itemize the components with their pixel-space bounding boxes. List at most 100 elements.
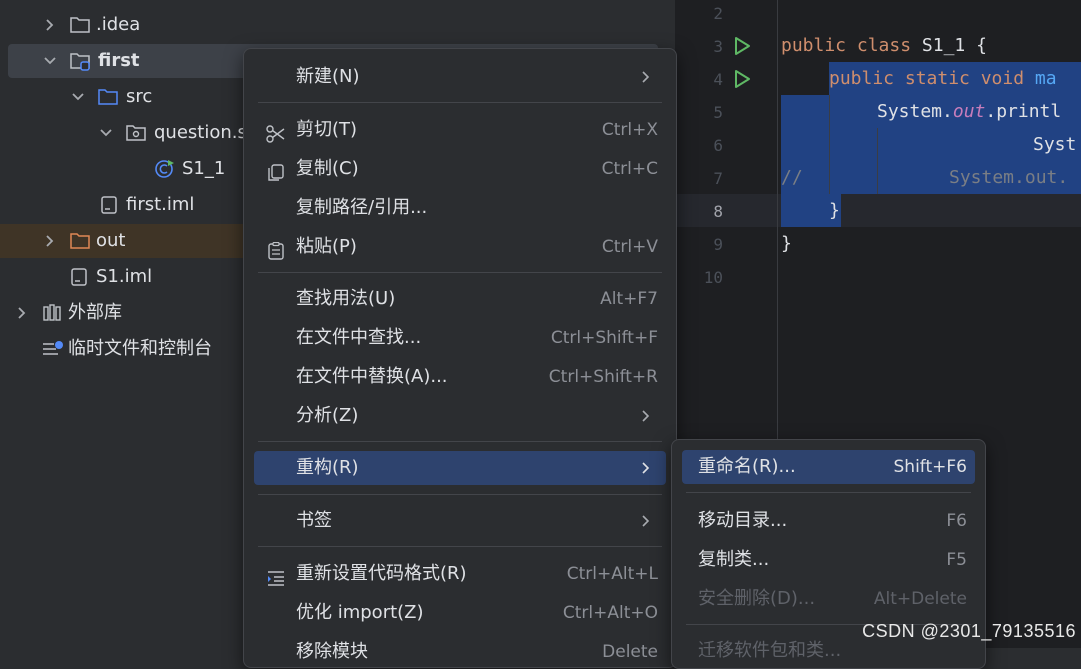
- menu-item-analyze[interactable]: 分析(Z): [254, 399, 666, 433]
- menu-item-label: 重新设置代码格式(R): [296, 563, 467, 584]
- menu-item-remove-module[interactable]: 移除模块 Delete: [254, 635, 666, 667]
- submenu-item-move-directory[interactable]: 移动目录... F6: [682, 504, 975, 538]
- java-class-icon: [154, 158, 174, 178]
- tree-item-label: 外部库: [68, 302, 122, 323]
- code-line-3[interactable]: public class S1_1 {: [781, 29, 987, 62]
- menu-item-shortcut: Ctrl+Shift+F: [550, 328, 658, 348]
- line-number: 7: [713, 169, 723, 188]
- code-token: }: [829, 200, 840, 221]
- indent-guide: [829, 95, 830, 194]
- menu-item-label: 优化 import(Z): [296, 602, 424, 623]
- code-token: }: [781, 233, 792, 254]
- menu-item-paste[interactable]: 粘贴(P) Ctrl+V: [254, 230, 666, 264]
- menu-item-shortcut: F5: [946, 550, 967, 570]
- tree-item-label: out: [96, 230, 126, 251]
- code-token: Syst: [1033, 134, 1077, 155]
- tree-item-label: S1_1: [182, 158, 226, 179]
- run-class-icon[interactable]: [732, 36, 752, 56]
- menu-item-copy-path[interactable]: 复制路径/引用...: [254, 191, 666, 225]
- paste-icon: [266, 238, 286, 260]
- current-line-highlight: [675, 194, 1081, 227]
- chevron-right-icon: [640, 60, 652, 94]
- code-token: System.: [877, 101, 953, 122]
- chevron-right-icon[interactable]: [42, 224, 58, 258]
- code-line-7[interactable]: // System.out.: [781, 161, 1068, 194]
- tree-item-label: 临时文件和控制台: [68, 338, 212, 359]
- code-token: out: [952, 101, 986, 122]
- menu-item-refactor[interactable]: 重构(R): [254, 451, 666, 485]
- menu-item-label: 查找用法(U): [296, 288, 396, 309]
- code-line-8[interactable]: }: [829, 194, 840, 227]
- tree-row-idea[interactable]: .idea: [8, 8, 675, 42]
- chevron-right-icon[interactable]: [42, 8, 58, 42]
- submenu-item-copy-class[interactable]: 复制类... F5: [682, 543, 975, 577]
- menu-item-replace-in-files[interactable]: 在文件中替换(A)... Ctrl+Shift+R: [254, 360, 666, 394]
- line-number: 5: [713, 103, 723, 122]
- submenu-item-rename[interactable]: 重命名(R)... Shift+F6: [682, 450, 975, 484]
- file-icon: [100, 196, 120, 214]
- menu-item-shortcut: Alt+Delete: [873, 589, 967, 609]
- menu-item-label: 在文件中查找...: [296, 327, 422, 348]
- submenu-item-safe-delete[interactable]: 安全删除(D)... Alt+Delete: [682, 582, 975, 616]
- menu-item-label: 安全删除(D)...: [698, 588, 816, 609]
- tree-item-label: .idea: [96, 14, 141, 35]
- menu-item-reformat-code[interactable]: 重新设置代码格式(R) Ctrl+Alt+L: [254, 557, 666, 591]
- code-token: public static void: [829, 68, 1035, 89]
- menu-separator: [258, 546, 662, 547]
- code-token: public class: [781, 35, 922, 56]
- menu-separator: [258, 494, 662, 495]
- menu-item-find-usages[interactable]: 查找用法(U) Alt+F7: [254, 282, 666, 316]
- chevron-right-icon: [640, 504, 652, 538]
- code-line-6[interactable]: Syst: [1033, 128, 1076, 161]
- code-line-9[interactable]: }: [781, 227, 792, 260]
- file-icon: [70, 268, 90, 286]
- chevron-right-icon[interactable]: [14, 296, 30, 330]
- line-number: 10: [703, 268, 723, 287]
- menu-item-find-in-files[interactable]: 在文件中查找... Ctrl+Shift+F: [254, 321, 666, 355]
- reformat-icon: [266, 565, 286, 586]
- code-token: ma: [1034, 68, 1057, 89]
- tree-item-label: question.s: [154, 122, 247, 143]
- menu-separator: [258, 441, 662, 442]
- code-line-4[interactable]: public static void ma: [829, 62, 1057, 95]
- menu-item-shortcut: Delete: [602, 642, 658, 662]
- library-icon: [42, 304, 62, 322]
- line-number: 8: [713, 202, 723, 221]
- line-number: 2: [713, 4, 723, 23]
- menu-item-label: 复制(C): [296, 158, 359, 179]
- menu-item-shortcut: Alt+F7: [600, 289, 658, 309]
- line-number: 3: [713, 37, 723, 56]
- menu-item-cut[interactable]: 剪切(T) Ctrl+X: [254, 113, 666, 147]
- watermark: CSDN @2301_79135516: [862, 621, 1076, 641]
- menu-item-label: 重构(R): [296, 457, 359, 478]
- code-line-5[interactable]: System.out.printl: [877, 95, 1061, 128]
- chevron-down-icon[interactable]: [42, 44, 58, 78]
- context-menu: 新建(N) 剪切(T) Ctrl+X 复制(C) Ctrl+C 复制路径/引用.…: [243, 48, 677, 668]
- folder-icon: [70, 16, 90, 34]
- tree-item-label: first: [98, 50, 140, 71]
- line-number: 6: [713, 136, 723, 155]
- menu-separator: [258, 102, 662, 103]
- menu-item-new[interactable]: 新建(N): [254, 60, 666, 94]
- code-token: S1_1 {: [921, 35, 987, 56]
- run-main-icon[interactable]: [732, 69, 752, 89]
- package-icon: [126, 124, 146, 142]
- menu-item-shortcut: Ctrl+Alt+L: [566, 564, 658, 584]
- menu-item-shortcut: Ctrl+Alt+O: [562, 603, 658, 623]
- module-folder-icon: [70, 52, 90, 71]
- menu-item-bookmarks[interactable]: 书签: [254, 504, 666, 538]
- menu-item-copy[interactable]: 复制(C) Ctrl+C: [254, 152, 666, 186]
- tree-item-label: first.iml: [126, 194, 195, 215]
- menu-item-label: 迁移软件包和类...: [698, 640, 842, 661]
- chevron-down-icon[interactable]: [70, 80, 86, 114]
- menu-item-label: 粘贴(P): [296, 236, 357, 257]
- menu-item-shortcut: Shift+F6: [893, 457, 967, 477]
- menu-item-label: 重命名(R)...: [698, 456, 796, 477]
- line-number: 4: [713, 70, 723, 89]
- copy-icon: [266, 160, 286, 181]
- scratches-icon: [42, 340, 63, 358]
- scissors-icon: [266, 121, 286, 143]
- chevron-down-icon[interactable]: [98, 116, 114, 150]
- menu-item-optimize-imports[interactable]: 优化 import(Z) Ctrl+Alt+O: [254, 596, 666, 630]
- code-token: //: [781, 167, 803, 188]
